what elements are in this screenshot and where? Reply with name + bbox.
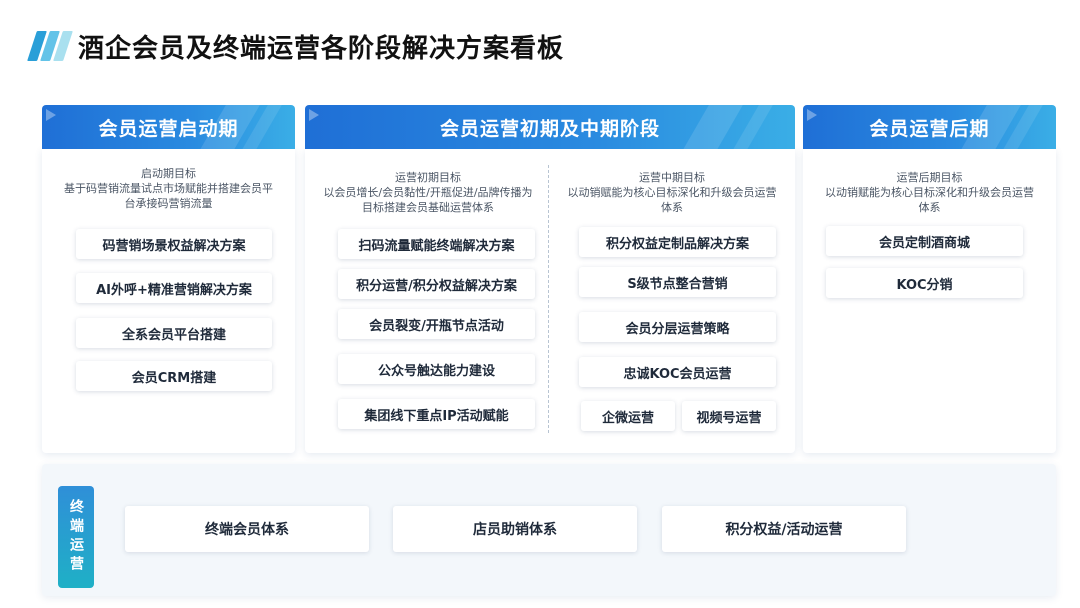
- goal-text: 台承接码营销流量: [124, 197, 213, 210]
- solution-card[interactable]: 视频号运营: [682, 401, 776, 431]
- solution-card[interactable]: S级节点整合营销: [579, 267, 776, 297]
- solution-card[interactable]: 全系会员平台搭建: [76, 318, 272, 348]
- goal-text: 以动销赋能为核心目标深化和升级会员运营: [567, 186, 777, 199]
- goal-text: 体系: [918, 201, 941, 214]
- solution-card[interactable]: 扫码流量赋能终端解决方案: [338, 229, 535, 259]
- terminal-tag-label: 终端运营: [68, 499, 84, 575]
- stage-goal: 运营后期目标 以动销赋能为核心目标深化和升级会员运营 体系: [809, 170, 1050, 215]
- goal-text: 基于码营销流量试点市场赋能并搭建会员平: [64, 182, 273, 195]
- column-header: 会员运营初期及中期阶段: [305, 105, 795, 149]
- terminal-card[interactable]: 积分权益/活动运营: [662, 506, 906, 552]
- solution-card[interactable]: 会员CRM搭建: [76, 361, 272, 391]
- terminal-card[interactable]: 店员助销体系: [393, 506, 637, 552]
- triangle-icon: [807, 109, 817, 121]
- column-divider: [548, 165, 549, 433]
- column-header-label: 会员运营初期及中期阶段: [439, 117, 660, 140]
- column-header: 会员运营启动期: [42, 105, 295, 149]
- goal-title: 运营后期目标: [896, 171, 963, 184]
- goal-title: 启动期目标: [141, 167, 196, 180]
- solution-card[interactable]: 集团线下重点IP活动赋能: [338, 399, 535, 429]
- solution-card[interactable]: 积分权益定制品解决方案: [579, 227, 776, 257]
- goal-text: 以会员增长/会员黏性/开瓶促进/品牌传播为: [323, 186, 533, 199]
- solution-card[interactable]: 企微运营: [581, 401, 675, 431]
- goal-title: 运营中期目标: [639, 171, 705, 184]
- terminal-card[interactable]: 终端会员体系: [125, 506, 369, 552]
- page-title: 酒企会员及终端运营各阶段解决方案看板: [78, 33, 565, 64]
- dashboard: 酒企会员及终端运营各阶段解决方案看板 会员运营启动期 会员运营初期及中期阶段 会…: [0, 0, 1080, 608]
- stage-goal-mid: 运营中期目标 以动销赋能为核心目标深化和升级会员运营 体系: [552, 170, 792, 215]
- solution-card[interactable]: 会员分层运营策略: [579, 312, 776, 342]
- stage-goal: 启动期目标 基于码营销流量试点市场赋能并搭建会员平 台承接码营销流量: [48, 166, 289, 211]
- terminal-tag: 终端运营: [58, 486, 94, 588]
- column-header-label: 会员运营启动期: [98, 117, 239, 140]
- goal-text: 体系: [661, 201, 683, 214]
- stage-goal-early: 运营初期目标 以会员增长/会员黏性/开瓶促进/品牌传播为 目标搭建会员基础运营体…: [308, 170, 548, 215]
- solution-card[interactable]: 会员定制酒商城: [826, 226, 1023, 256]
- triangle-icon: [46, 109, 56, 121]
- column-header: 会员运营后期: [803, 105, 1056, 149]
- goal-text: 以动销赋能为核心目标深化和升级会员运营: [825, 186, 1034, 199]
- solution-card[interactable]: KOC分销: [826, 268, 1023, 298]
- solution-card[interactable]: 积分运营/积分权益解决方案: [338, 269, 535, 299]
- slash-logo-icon: [27, 29, 73, 63]
- page-header: 酒企会员及终端运营各阶段解决方案看板: [27, 28, 565, 64]
- solution-card[interactable]: 公众号触达能力建设: [338, 354, 535, 384]
- solution-card[interactable]: 会员裂变/开瓶节点活动: [338, 309, 535, 339]
- solution-card[interactable]: 忠诚KOC会员运营: [579, 357, 776, 387]
- goal-text: 目标搭建会员基础运营体系: [362, 201, 494, 214]
- goal-title: 运营初期目标: [395, 171, 461, 184]
- triangle-icon: [309, 109, 319, 121]
- solution-card[interactable]: AI外呼+精准营销解决方案: [76, 273, 272, 303]
- column-header-label: 会员运营后期: [869, 117, 990, 140]
- solution-card[interactable]: 码营销场景权益解决方案: [76, 229, 272, 259]
